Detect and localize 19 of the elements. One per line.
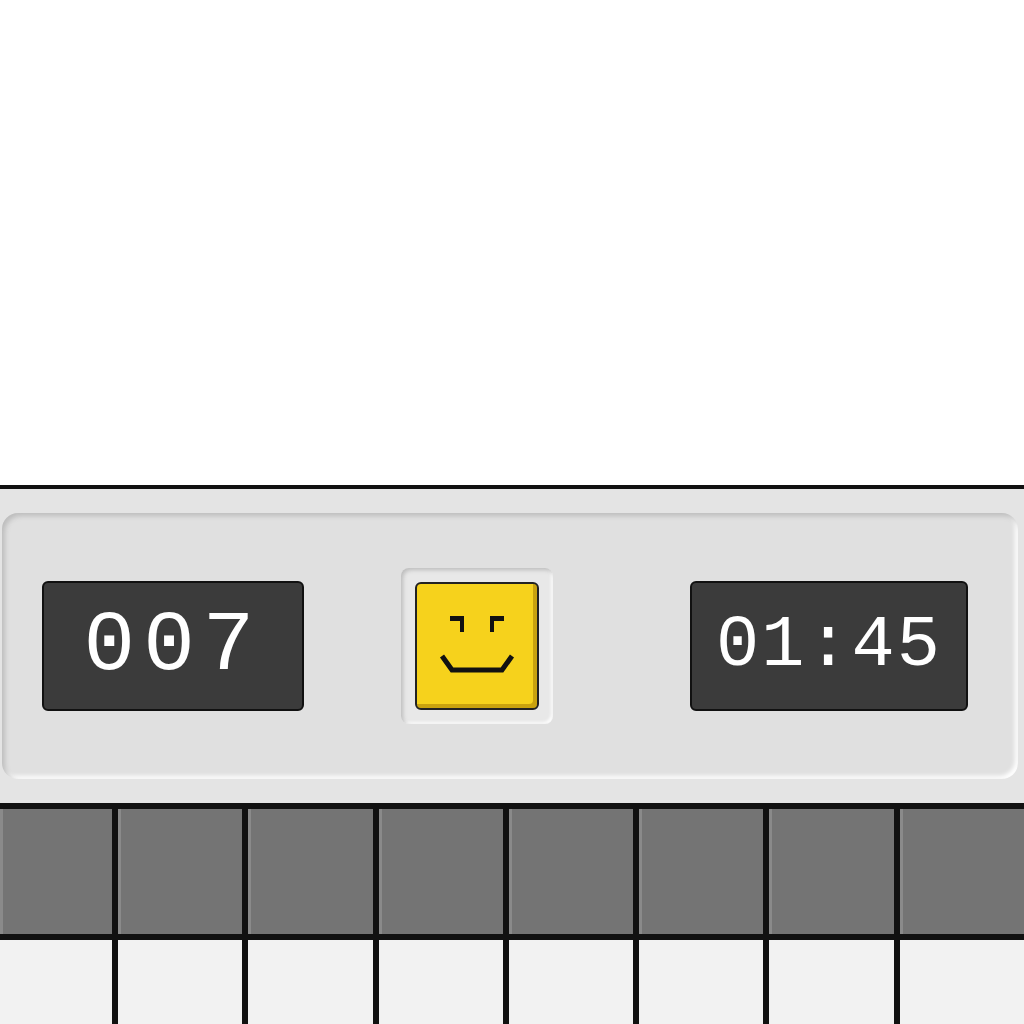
- hidden-cell[interactable]: [378, 809, 503, 934]
- revealed-cell[interactable]: [0, 940, 112, 1024]
- reset-button[interactable]: [415, 582, 539, 710]
- hidden-cell[interactable]: [118, 809, 243, 934]
- revealed-cell[interactable]: [639, 940, 764, 1024]
- revealed-cell[interactable]: [118, 940, 243, 1024]
- revealed-cell[interactable]: [899, 940, 1024, 1024]
- hidden-cell[interactable]: [508, 809, 634, 934]
- hidden-cell[interactable]: [769, 809, 894, 934]
- hidden-cell[interactable]: [248, 809, 373, 934]
- hidden-cell[interactable]: [0, 809, 112, 934]
- mine-counter: 007: [42, 581, 304, 711]
- revealed-cell[interactable]: [248, 940, 373, 1024]
- hidden-cell[interactable]: [639, 809, 764, 934]
- revealed-cell[interactable]: [378, 940, 503, 1024]
- revealed-cell[interactable]: [508, 940, 634, 1024]
- hidden-cell[interactable]: [899, 809, 1024, 934]
- revealed-cell[interactable]: [769, 940, 894, 1024]
- timer: 01:45: [690, 581, 968, 711]
